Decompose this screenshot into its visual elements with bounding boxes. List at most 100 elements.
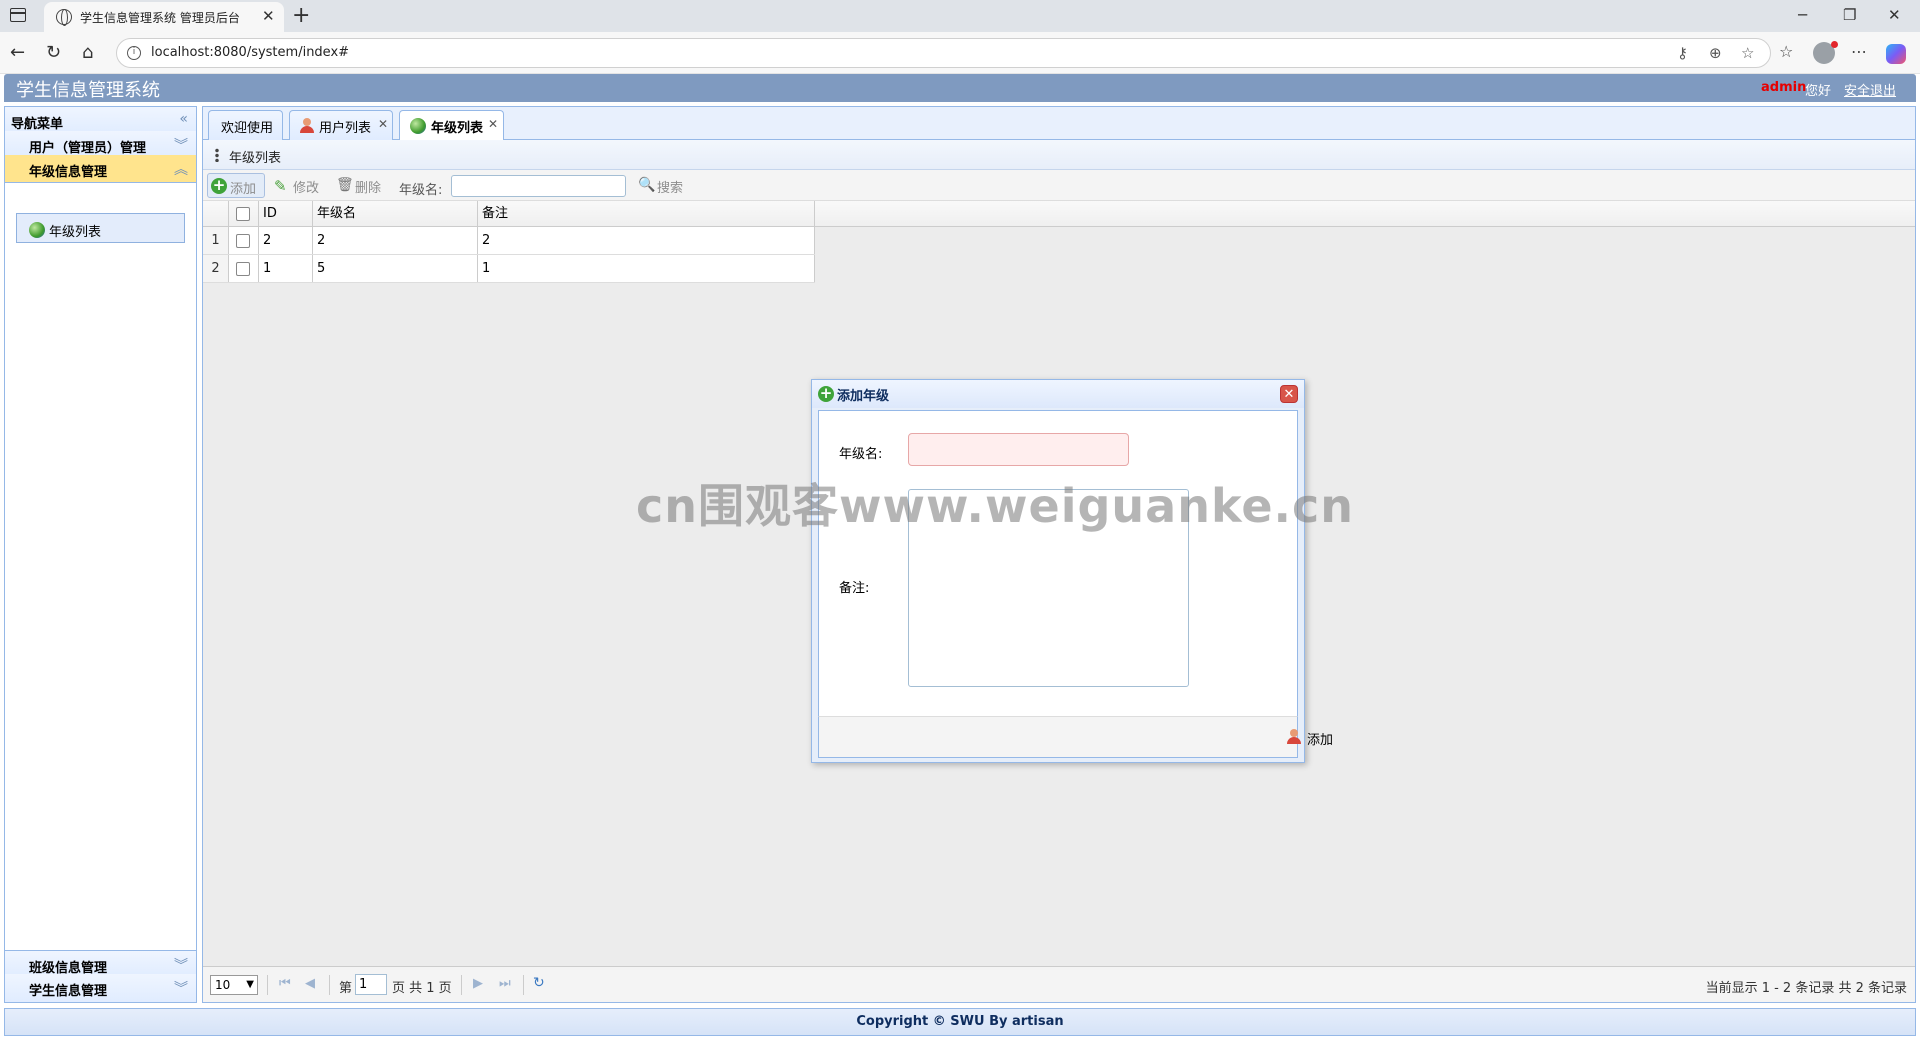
sidebar-item-label: 年级列表 [49,225,102,240]
sidebar-panel-label: 用户（管理员）管理 [29,141,147,156]
close-tab-icon[interactable]: ✕ [488,117,498,131]
table-header: ID 年级名 备注 [203,201,1915,227]
column-header-name[interactable]: 年级名 [313,201,478,227]
row-checkbox[interactable] [236,262,250,276]
dialog-footer: 添加 [818,716,1333,758]
divider [461,975,462,995]
zoom-icon[interactable]: ⊕ [1709,44,1722,62]
search-button[interactable]: 🔍 搜索 [635,173,695,198]
add-button[interactable]: + 添加 [207,173,265,198]
page-size-select[interactable]: 10 ▼ [210,975,258,995]
cell-name: 5 [313,255,478,282]
close-tab-icon[interactable]: ✕ [262,7,275,25]
dialog-header[interactable]: + 添加年级 ✕ [812,380,1304,408]
chevron-down-icon[interactable]: ︾ [174,978,188,998]
pagination-bar: 10 ▼ ⏮ ◀ 第 1 页 共 1 页 ▶ ⏭ ↻ 当前显示 1 - 2 条记… [203,966,1915,1002]
restore-icon[interactable]: ❐ [1843,6,1856,24]
page-suffix: 页 共 1 页 [392,981,452,996]
close-tab-icon[interactable]: ✕ [378,117,388,131]
copilot-icon[interactable] [1886,44,1906,64]
chevron-down-icon[interactable]: ︾ [174,135,188,155]
add-button-label: 添加 [230,182,257,197]
search-button-label: 搜索 [657,181,684,196]
user-icon [300,118,314,133]
minimize-icon[interactable]: ─ [1798,6,1807,24]
column-header-remark[interactable]: 备注 [478,201,815,227]
delete-button[interactable]: 🗑 删除 [333,173,391,198]
sidebar-panel-label: 年级信息管理 [29,165,108,180]
chevron-down-icon: ▼ [246,979,254,990]
globe-icon [410,118,426,134]
table-row[interactable]: 1 2 2 2 [203,227,815,255]
notification-dot [1831,41,1838,48]
dialog-add-button-label: 添加 [1307,733,1334,748]
chevron-down-icon[interactable]: ︾ [174,955,188,975]
reload-icon[interactable]: ↻ [46,42,61,63]
tab-label: 用户列表 [319,121,372,136]
info-icon[interactable]: i [127,46,141,60]
browser-tab[interactable]: 学生信息管理系统 管理员后台 ✕ [44,2,284,32]
search-input[interactable] [451,175,626,197]
drag-handle-icon [215,148,219,162]
table-row[interactable]: 2 1 5 1 [203,255,815,283]
first-page-icon[interactable]: ⏮ [279,976,291,991]
delete-button-label: 删除 [355,181,382,196]
page-prefix: 第 [339,981,353,996]
divider [523,975,524,995]
more-icon[interactable]: ⋯ [1851,42,1867,61]
browser-tab-title: 学生信息管理系统 管理员后台 [80,11,240,25]
app-header: 学生信息管理系统 admin 您好 安全退出 [4,74,1916,102]
address-bar[interactable]: i localhost:8080/system/index# ⚷ ⊕ ☆ [116,38,1771,68]
window-menu-icon[interactable] [10,8,26,22]
refresh-icon[interactable]: ↻ [533,975,545,991]
divider [267,975,268,995]
close-icon[interactable]: ✕ [1280,385,1298,403]
tab-grade-list[interactable]: 年级列表 ✕ [399,110,504,141]
edit-button[interactable]: ✎ 修改 [271,173,329,198]
browser-tab-strip: 学生信息管理系统 管理员后台 ✕ + ─ ❐ ✕ [0,0,1920,32]
prev-page-icon[interactable]: ◀ [305,976,315,991]
grade-name-label: 年级名: [839,447,883,462]
back-icon[interactable]: ← [10,42,25,63]
tab-welcome[interactable]: 欢迎使用 [208,110,283,140]
cell-id: 1 [259,255,313,282]
row-number: 2 [203,255,229,282]
footer: Copyright © SWU By artisan [4,1008,1916,1036]
row-checkbox[interactable] [236,234,250,248]
column-header-id[interactable]: ID [259,201,313,227]
add-grade-dialog: + 添加年级 ✕ 年级名: 备注: 添加 [811,379,1333,763]
collapse-sidebar-icon[interactable]: « [179,111,188,127]
globe-icon [56,9,72,26]
page-number-input[interactable]: 1 [355,974,387,995]
row-select-cell [229,255,259,282]
logout-link[interactable]: 安全退出 [1844,80,1896,99]
chevron-up-icon[interactable]: ︽ [174,159,188,179]
browser-navbar: ← ↻ ⌂ i localhost:8080/system/index# ⚷ ⊕… [0,32,1920,74]
select-all-checkbox[interactable] [236,207,250,221]
pagination-info: 当前显示 1 - 2 条记录 共 2 条记录 [1705,981,1907,996]
sidebar-title: 导航菜单 [11,117,64,132]
dialog-body: 年级名: 备注: [818,410,1298,716]
sidebar-panel-student[interactable]: 学生信息管理 ︾ [5,974,196,1002]
sidebar-item-grade-list[interactable]: 年级列表 [16,213,185,243]
dialog-title: 添加年级 [837,389,890,404]
sidebar-panel-grade[interactable]: 年级信息管理 ︽ [5,155,196,183]
user-add-icon [1287,729,1302,745]
tab-label: 年级列表 [431,121,484,136]
favorite-star-icon[interactable]: ☆ [1741,44,1754,62]
tabs-bar: 欢迎使用 用户列表 ✕ 年级列表 ✕ [203,107,1915,141]
url-text: localhost:8080/system/index# [151,45,350,60]
favorites-icon[interactable]: ☆ [1779,42,1793,61]
grade-name-input[interactable] [908,433,1129,466]
next-page-icon[interactable]: ▶ [473,976,483,991]
home-icon[interactable]: ⌂ [82,42,93,63]
new-tab-icon[interactable]: + [292,3,310,28]
close-window-icon[interactable]: ✕ [1888,6,1901,24]
remark-label: 备注: [839,581,870,596]
greeting-text: 您好 [1805,84,1832,99]
cell-name: 2 [313,227,478,254]
key-icon[interactable]: ⚷ [1677,44,1688,62]
select-all-cell [229,201,259,227]
last-page-icon[interactable]: ⏭ [499,976,511,991]
tab-user-list[interactable]: 用户列表 ✕ [289,110,393,140]
